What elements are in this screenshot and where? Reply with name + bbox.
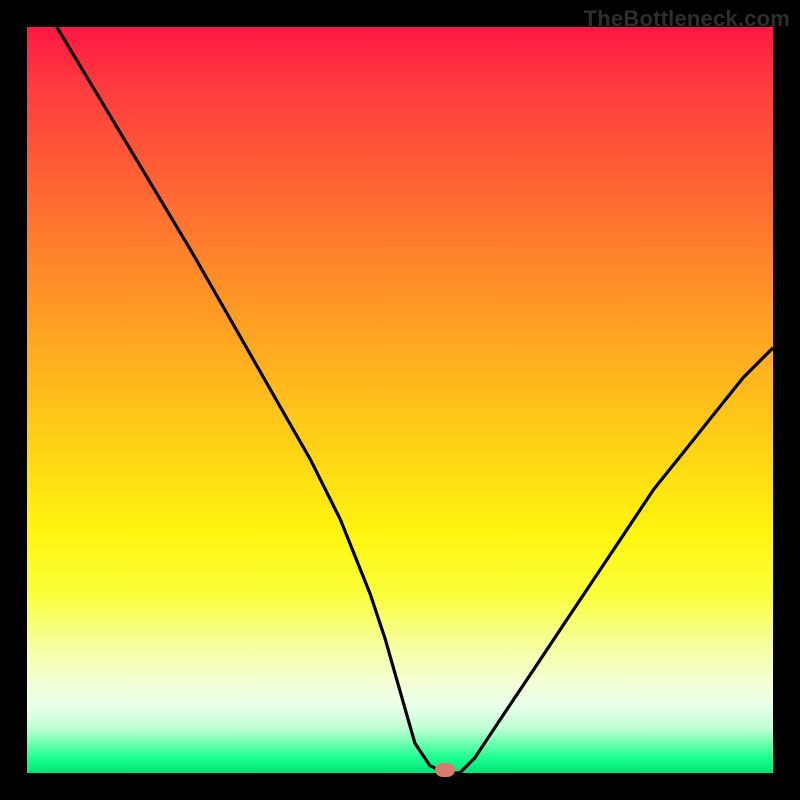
optimal-point-marker: [435, 763, 455, 777]
bottleneck-curve: [27, 27, 773, 773]
curve-line: [57, 27, 773, 773]
